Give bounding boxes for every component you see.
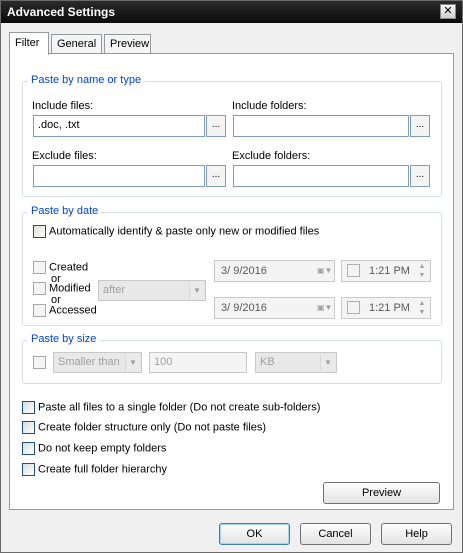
filter-panel: Paste by name or type Include files: .do…	[9, 53, 454, 510]
size-unit-select[interactable]: KB ▼	[255, 352, 337, 373]
single-folder-checkbox[interactable]	[22, 401, 35, 414]
structure-only-label: Create folder structure only (Do not pas…	[38, 421, 267, 434]
paste-by-date-group: Paste by date Automatically identify & p…	[22, 205, 442, 326]
exclude-files-label: Exclude files:	[32, 150, 97, 162]
no-empty-folders-checkbox[interactable]	[22, 442, 35, 455]
size-filter-checkbox[interactable]	[33, 356, 46, 369]
include-files-input[interactable]: .doc, .txt	[33, 115, 205, 137]
paste-by-name-group: Paste by name or type Include files: .do…	[22, 74, 442, 197]
modified-checkbox[interactable]	[33, 282, 46, 295]
date-1-value: 3/ 9/2016	[221, 265, 267, 277]
date-condition-select[interactable]: after ▼	[98, 280, 206, 301]
chevron-down-icon: ▼	[125, 354, 140, 371]
title-bar: Advanced Settings ✕	[1, 1, 462, 23]
calendar-dropdown-icon: ▣▼	[317, 266, 333, 275]
time-1-checkbox[interactable]	[347, 264, 360, 277]
close-button[interactable]: ✕	[440, 4, 456, 19]
full-hierarchy-option-row[interactable]: Create full folder hierarchy	[22, 463, 167, 476]
paste-by-name-title: Paste by name or type	[28, 74, 145, 86]
exclude-files-input[interactable]	[33, 165, 205, 187]
full-hierarchy-label: Create full folder hierarchy	[38, 463, 168, 476]
no-empty-folders-label: Do not keep empty folders	[38, 442, 167, 455]
time-1-value: 1:21 PM	[369, 265, 410, 277]
include-folders-input[interactable]	[233, 115, 409, 137]
window-title: Advanced Settings	[7, 5, 116, 19]
accessed-checkbox[interactable]	[33, 304, 46, 317]
single-folder-option-row[interactable]: Paste all files to a single folder (Do n…	[22, 401, 320, 414]
exclude-folders-input[interactable]	[233, 165, 409, 187]
size-comparison-value: Smaller than	[58, 356, 120, 368]
date-picker-1[interactable]: 3/ 9/2016 ▣▼	[214, 260, 335, 282]
chevron-down-icon: ▼	[320, 354, 335, 371]
time-picker-1[interactable]: 1:21 PM ▲ ▼	[341, 260, 431, 282]
exclude-folders-browse-button[interactable]: ...	[410, 165, 430, 187]
size-unit-value: KB	[260, 356, 275, 368]
tab-preview[interactable]: Preview	[104, 34, 151, 54]
structure-only-option-row[interactable]: Create folder structure only (Do not pas…	[22, 421, 266, 434]
preview-button[interactable]: Preview	[323, 482, 440, 504]
paste-by-size-group: Paste by size Smaller than ▼ 100 KB ▼	[22, 333, 442, 384]
tab-filter[interactable]: Filter	[9, 32, 49, 55]
help-button[interactable]: Help	[381, 523, 452, 545]
advanced-settings-dialog: Advanced Settings ✕ Filter General Previ…	[0, 0, 463, 553]
auto-identify-label: Automatically identify & paste only new …	[49, 225, 320, 238]
spinner-icon[interactable]: ▲ ▼	[415, 262, 429, 280]
no-empty-folders-option-row[interactable]: Do not keep empty folders	[22, 442, 166, 455]
chevron-down-icon: ▼	[189, 282, 204, 299]
calendar-dropdown-icon: ▣▼	[317, 303, 333, 312]
modified-checkbox-row[interactable]: Modified	[33, 282, 91, 295]
exclude-folders-label: Exclude folders:	[232, 150, 311, 162]
accessed-checkbox-row[interactable]: Accessed	[33, 304, 97, 317]
date-condition-value: after	[103, 284, 126, 296]
tab-general[interactable]: General	[51, 34, 102, 54]
time-picker-2[interactable]: 1:21 PM ▲ ▼	[341, 297, 431, 319]
include-folders-label: Include folders:	[232, 100, 307, 112]
date-picker-2[interactable]: 3/ 9/2016 ▣▼	[214, 297, 335, 319]
cancel-button[interactable]: Cancel	[300, 523, 371, 545]
structure-only-checkbox[interactable]	[22, 421, 35, 434]
full-hierarchy-checkbox[interactable]	[22, 463, 35, 476]
paste-by-date-title: Paste by date	[28, 205, 102, 217]
size-comparison-select[interactable]: Smaller than ▼	[53, 352, 142, 373]
accessed-label: Accessed	[49, 304, 97, 317]
spinner-icon[interactable]: ▲ ▼	[415, 299, 429, 317]
include-folders-browse-button[interactable]: ...	[410, 115, 430, 137]
paste-by-size-title: Paste by size	[28, 333, 100, 345]
single-folder-label: Paste all files to a single folder (Do n…	[38, 401, 321, 414]
created-label: Created	[49, 261, 89, 274]
size-value-input[interactable]: 100	[149, 352, 247, 373]
created-checkbox[interactable]	[33, 261, 46, 274]
auto-identify-checkbox[interactable]	[33, 225, 46, 238]
auto-identify-checkbox-row[interactable]: Automatically identify & paste only new …	[33, 225, 319, 238]
include-files-label: Include files:	[32, 100, 94, 112]
exclude-files-browse-button[interactable]: ...	[206, 165, 226, 187]
include-files-browse-button[interactable]: ...	[206, 115, 226, 137]
modified-label: Modified	[49, 282, 91, 295]
date-2-value: 3/ 9/2016	[221, 302, 267, 314]
time-2-value: 1:21 PM	[369, 302, 410, 314]
time-2-checkbox[interactable]	[347, 301, 360, 314]
ok-button[interactable]: OK	[219, 523, 290, 545]
